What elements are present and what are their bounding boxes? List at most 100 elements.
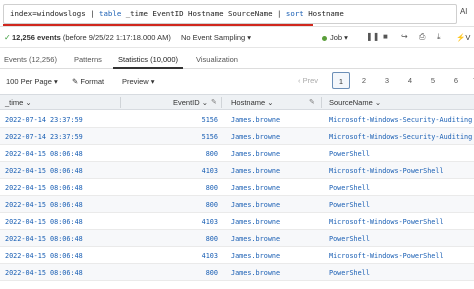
page-3-button[interactable]: 3: [378, 72, 396, 89]
cell-hostname[interactable]: James.browne: [231, 150, 280, 158]
pipe-1: |: [90, 9, 95, 18]
event-sampling-dropdown[interactable]: No Event Sampling ▾: [181, 33, 251, 42]
time-picker[interactable]: Al: [460, 7, 467, 16]
table-header: _time ⌄ ✎ EventID ⌄ Hostname ⌄ ✎ SourceN…: [0, 94, 474, 110]
table-row: 2022-07-14 23:37:59 5156 James.browne Mi…: [0, 111, 474, 128]
table-row: 2022-07-14 23:37:59 5156 James.browne Mi…: [0, 128, 474, 145]
column-header-eventid[interactable]: EventID ⌄: [173, 98, 208, 107]
tab-visualization[interactable]: Visualization: [196, 55, 238, 64]
page-5-button[interactable]: 5: [424, 72, 442, 89]
cell-sourcename[interactable]: Microsoft-Windows-PowerShell: [329, 218, 444, 226]
job-status-icon: [322, 35, 327, 41]
export-icon[interactable]: ⤓: [437, 32, 441, 42]
column-header-hostname[interactable]: Hostname ⌄: [231, 98, 274, 107]
cell-sourcename[interactable]: Microsoft-Windows-PowerShell: [329, 167, 444, 175]
cell-time[interactable]: 2022-04-15 08:06:48: [5, 218, 83, 226]
cell-sourcename[interactable]: PowerShell: [329, 201, 370, 209]
per-page-dropdown[interactable]: 100 Per Page ▾: [6, 77, 58, 86]
column-divider: [221, 97, 222, 108]
cell-eventid[interactable]: 4103: [178, 167, 218, 175]
cell-sourcename[interactable]: Microsoft-Windows-Security-Auditing: [329, 133, 472, 141]
column-header-time[interactable]: _time ⌄: [5, 98, 32, 107]
cell-hostname[interactable]: James.browne: [231, 252, 280, 260]
lightning-icon: ⚡: [456, 33, 466, 42]
tab-statistics[interactable]: Statistics (10,000): [118, 55, 178, 64]
page-6-button[interactable]: 6: [447, 72, 465, 89]
cell-time[interactable]: 2022-04-15 08:06:48: [5, 184, 83, 192]
cell-sourcename[interactable]: Microsoft-Windows-Security-Auditing: [329, 116, 472, 124]
complete-check-icon: ✓: [4, 33, 11, 42]
cell-hostname[interactable]: James.browne: [231, 235, 280, 243]
cell-hostname[interactable]: James.browne: [231, 269, 280, 277]
cell-time[interactable]: 2022-04-15 08:06:48: [5, 252, 83, 260]
cell-time[interactable]: 2022-04-15 08:06:48: [5, 167, 83, 175]
cell-time[interactable]: 2022-07-14 23:37:59: [5, 133, 83, 141]
cell-sourcename[interactable]: Microsoft-Windows-PowerShell: [329, 252, 444, 260]
cell-hostname[interactable]: James.browne: [231, 201, 280, 209]
cell-eventid[interactable]: 5156: [178, 133, 218, 141]
job-menu[interactable]: Job ▾: [322, 33, 348, 42]
sort-command: sort: [285, 9, 304, 18]
table-row: 2022-04-15 08:06:48 4103 James.browne Mi…: [0, 162, 474, 179]
page-1-button[interactable]: 1: [332, 72, 350, 89]
cell-eventid[interactable]: 800: [178, 235, 218, 243]
column-divider: [321, 97, 322, 108]
print-icon[interactable]: ⎙: [419, 32, 425, 42]
cell-eventid[interactable]: 800: [178, 150, 218, 158]
cell-sourcename[interactable]: PowerShell: [329, 150, 370, 158]
cell-time[interactable]: 2022-07-14 23:37:59: [5, 116, 83, 124]
search-input[interactable]: index=windowslogs | table _time EventID …: [3, 4, 457, 24]
cell-hostname[interactable]: James.browne: [231, 116, 280, 124]
tab-patterns[interactable]: Patterns: [74, 55, 102, 64]
cell-time[interactable]: 2022-04-15 08:06:48: [5, 150, 83, 158]
page-4-button[interactable]: 4: [401, 72, 419, 89]
table-row: 2022-04-15 08:06:48 800 James.browne Pow…: [0, 179, 474, 196]
table-command: table: [99, 9, 122, 18]
cell-hostname[interactable]: James.browne: [231, 184, 280, 192]
share-icon[interactable]: ↪: [401, 32, 408, 41]
results-tabs: Events (12,256) Patterns Statistics (10,…: [0, 49, 474, 69]
cell-time[interactable]: 2022-04-15 08:06:48: [5, 235, 83, 243]
cell-eventid[interactable]: 800: [178, 201, 218, 209]
table-row: 2022-04-15 08:06:48 4103 James.browne Mi…: [0, 213, 474, 230]
page-2-button[interactable]: 2: [355, 72, 373, 89]
column-header-sourcename[interactable]: SourceName ⌄: [329, 98, 381, 107]
active-tab-indicator: [113, 67, 183, 69]
edit-column-icon[interactable]: ✎: [211, 98, 217, 106]
pipe-2: |: [277, 9, 282, 18]
cell-hostname[interactable]: James.browne: [231, 133, 280, 141]
cell-sourcename[interactable]: PowerShell: [329, 235, 370, 243]
cell-sourcename[interactable]: PowerShell: [329, 184, 370, 192]
edit-column-icon[interactable]: ✎: [309, 98, 315, 106]
search-highlight: [3, 24, 313, 26]
events-count: 12,256 events: [12, 33, 61, 42]
pause-icon[interactable]: ❚❚: [366, 32, 379, 41]
cell-time[interactable]: 2022-04-15 08:06:48: [5, 269, 83, 277]
table-row: 2022-04-15 08:06:48 800 James.browne Pow…: [0, 196, 474, 213]
page-7-button[interactable]: 7: [468, 72, 474, 89]
prev-page-button[interactable]: ‹ Prev: [298, 76, 318, 85]
table-row: 2022-04-15 08:06:48 4103 James.browne Mi…: [0, 247, 474, 264]
cell-sourcename[interactable]: PowerShell: [329, 269, 370, 277]
cell-time[interactable]: 2022-04-15 08:06:48: [5, 201, 83, 209]
format-button[interactable]: ✎ Format: [72, 77, 104, 86]
cell-eventid[interactable]: 5156: [178, 116, 218, 124]
table-row: 2022-04-15 08:06:48 800 James.browne Pow…: [0, 264, 474, 281]
events-range: (before 9/25/22 1:17:18.000 AM): [62, 33, 171, 42]
search-status-bar: ✓ 12,256 events (before 9/25/22 1:17:18.…: [0, 28, 474, 48]
cell-hostname[interactable]: James.browne: [231, 218, 280, 226]
column-divider: [120, 97, 121, 108]
job-label: Job ▾: [330, 33, 348, 42]
cell-eventid[interactable]: 4103: [178, 218, 218, 226]
cell-hostname[interactable]: James.browne: [231, 167, 280, 175]
cell-eventid[interactable]: 800: [178, 184, 218, 192]
table-args: _time EventID Hostname SourceName: [125, 9, 273, 18]
table-row: 2022-04-15 08:06:48 800 James.browne Pow…: [0, 230, 474, 247]
table-row: 2022-04-15 08:06:48 800 James.browne Pow…: [0, 145, 474, 162]
cell-eventid[interactable]: 4103: [178, 252, 218, 260]
verbose-mode-dropdown[interactable]: ⚡V: [456, 33, 470, 42]
tab-events[interactable]: Events (12,256): [4, 55, 57, 64]
cell-eventid[interactable]: 800: [178, 269, 218, 277]
stop-icon[interactable]: ■: [383, 32, 388, 41]
preview-dropdown[interactable]: Preview ▾: [122, 77, 155, 86]
